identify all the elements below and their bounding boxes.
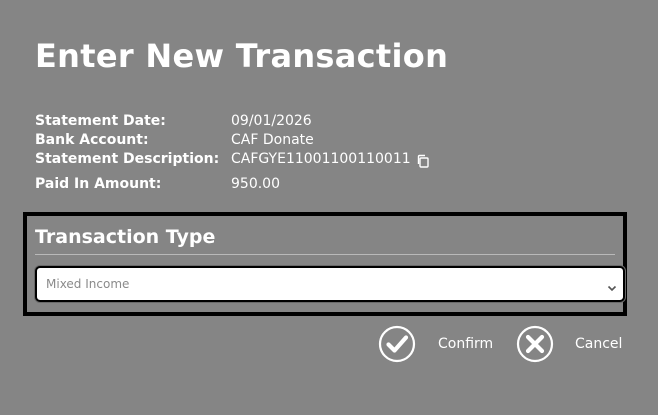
transaction-type-section: Transaction Type Mixed Income xyxy=(23,212,627,316)
dialog-actions: Confirm Cancel xyxy=(0,325,658,365)
transaction-type-heading: Transaction Type xyxy=(35,226,216,248)
check-circle-icon xyxy=(378,325,416,363)
bank-account-row: Bank Account: CAF Donate xyxy=(35,131,635,150)
statement-description-value: CAFGYE11001100110011 xyxy=(231,151,411,167)
confirm-label: Confirm xyxy=(438,335,494,352)
statement-date-label: Statement Date: xyxy=(35,113,166,129)
statement-date-value: 09/01/2026 xyxy=(231,113,312,129)
statement-details: Statement Date: 09/01/2026 Bank Account:… xyxy=(35,112,635,194)
paid-in-amount-value: 950.00 xyxy=(231,176,280,192)
copy-icon[interactable] xyxy=(416,154,430,168)
chevron-down-icon xyxy=(607,278,617,292)
transaction-type-selected-value: Mixed Income xyxy=(46,277,130,291)
statement-date-row: Statement Date: 09/01/2026 xyxy=(35,112,635,131)
paid-in-amount-row: Paid In Amount: 950.00 xyxy=(35,175,635,194)
dialog-title: Enter New Transaction xyxy=(35,37,449,75)
cancel-button[interactable]: Cancel xyxy=(516,325,622,363)
cancel-label: Cancel xyxy=(575,335,623,352)
confirm-button[interactable]: Confirm xyxy=(378,325,493,363)
transaction-type-select[interactable]: Mixed Income xyxy=(35,266,625,302)
statement-description-row: Statement Description: CAFGYE11001100110… xyxy=(35,150,635,169)
bank-account-value: CAF Donate xyxy=(231,132,314,148)
statement-description-value-wrap: CAFGYE11001100110011 xyxy=(231,150,430,169)
statement-description-label: Statement Description: xyxy=(35,151,220,167)
divider xyxy=(35,254,615,255)
enter-transaction-dialog: Enter New Transaction Statement Date: 09… xyxy=(0,0,658,415)
bank-account-label: Bank Account: xyxy=(35,132,149,148)
paid-in-amount-label: Paid In Amount: xyxy=(35,176,162,192)
x-circle-icon xyxy=(516,325,554,363)
